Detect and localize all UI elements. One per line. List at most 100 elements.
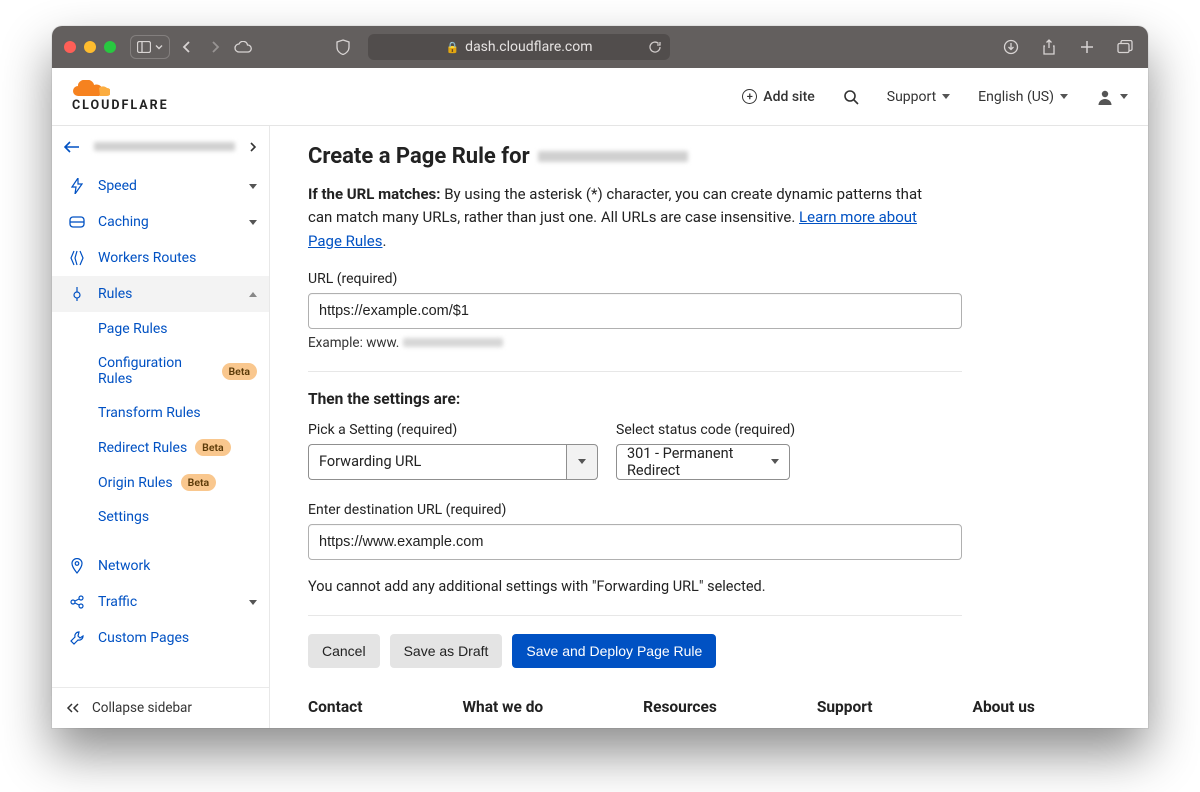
window-controls[interactable] [64,41,116,53]
footer-support[interactable]: Support [817,698,873,716]
sidebar-item-redirect-rules[interactable]: Redirect RulesBeta [52,430,269,465]
action-buttons: Cancel Save as Draft Save and Deploy Pag… [308,634,1110,668]
cloud-icon [234,41,252,53]
tab-overview-button[interactable] [1114,36,1136,58]
refresh-icon [648,40,662,54]
select-dropdown-button[interactable] [566,444,598,480]
collapse-label: Collapse sidebar [92,700,192,716]
browser-window: 🔒 dash.cloudflare.com [52,26,1148,728]
sidebar-item-label: Workers Routes [98,250,196,266]
site-name-redacted [538,151,688,162]
save-deploy-button[interactable]: Save and Deploy Page Rule [512,634,716,668]
cloudflare-logo-icon [72,80,110,98]
workers-icon [68,250,86,266]
footer-what-we-do[interactable]: What we do [462,698,543,716]
close-window-icon[interactable] [64,41,76,53]
pick-setting-label: Pick a Setting (required) [308,422,598,438]
sidebar-item-workers-routes[interactable]: Workers Routes [52,240,269,276]
cancel-button[interactable]: Cancel [308,634,380,668]
caret-down-icon [249,220,257,225]
url-example: Example: www. [308,335,1110,351]
status-code-select[interactable]: 301 - Permanent Redirect [616,444,790,480]
beta-badge: Beta [195,439,230,456]
icloud-tabs-button[interactable] [232,36,254,58]
share-button[interactable] [1038,36,1060,58]
save-draft-button[interactable]: Save as Draft [390,634,503,668]
sidebar-site-selector[interactable] [52,126,269,168]
sidebar-item-label: Rules [98,286,132,302]
add-site-button[interactable]: + Add site [742,89,814,105]
rules-icon [68,286,86,302]
caret-down-icon [1120,94,1128,99]
app-body: Speed Caching Workers Routes Rules [52,126,1148,728]
chevrons-left-icon [66,702,80,714]
share-icon [1042,39,1056,55]
site-name-redacted [94,142,235,151]
sidebar-item-page-rules[interactable]: Page Rules [52,312,269,346]
destination-url-label: Enter destination URL (required) [308,502,1110,518]
sidebar-item-origin-rules[interactable]: Origin RulesBeta [52,465,269,500]
download-icon [1003,39,1019,55]
wrench-icon [68,631,86,645]
pick-setting-select[interactable]: Forwarding URL [308,444,598,480]
sidebar-item-custom-pages[interactable]: Custom Pages [52,620,269,656]
pick-setting-value: Forwarding URL [308,444,566,480]
destination-url-input[interactable] [308,524,962,560]
sidebar-item-configuration-rules[interactable]: Configuration RulesBeta [52,346,269,396]
minimize-window-icon[interactable] [84,41,96,53]
privacy-report-button[interactable] [332,36,354,58]
address-bar[interactable]: 🔒 dash.cloudflare.com [368,34,670,60]
language-menu[interactable]: English (US) [978,89,1068,105]
footer: Contact What we do Resources Support Abo… [308,698,1110,716]
panel-icon [137,41,151,53]
bolt-icon [68,178,86,194]
sidebar-item-label: Speed [98,178,137,194]
caret-down-icon [1060,94,1068,99]
drive-icon [68,216,86,228]
cloudflare-logo[interactable]: CLOUDFLARE [72,80,169,113]
support-label: Support [887,89,936,105]
sidebar-item-label: Page Rules [98,321,168,337]
share-nodes-icon [68,595,86,609]
chevron-left-icon [181,40,193,54]
sidebar-item-speed[interactable]: Speed [52,168,269,204]
then-settings-header: Then the settings are: [308,390,1110,408]
sidebar-item-label: Settings [98,509,149,525]
sidebar-item-label: Caching [98,214,149,230]
status-code-label: Select status code (required) [616,422,795,438]
back-button[interactable] [176,36,198,58]
sidebar-item-network[interactable]: Network [52,548,269,584]
forward-button[interactable] [204,36,226,58]
sidebar-item-rules[interactable]: Rules [52,276,269,312]
example-redacted [403,338,503,347]
fullscreen-window-icon[interactable] [104,41,116,53]
search-button[interactable] [843,89,859,105]
downloads-button[interactable] [1000,36,1022,58]
forwarding-url-note: You cannot add any additional settings w… [308,578,962,595]
sidebar-item-caching[interactable]: Caching [52,204,269,240]
new-tab-button[interactable] [1076,36,1098,58]
account-menu[interactable] [1096,88,1128,106]
collapse-sidebar-button[interactable]: Collapse sidebar [52,687,269,728]
footer-contact[interactable]: Contact [308,698,362,716]
plus-circle-icon: + [742,89,757,104]
url-input[interactable] [308,293,962,329]
caret-down-icon [249,184,257,189]
sidebar-item-traffic[interactable]: Traffic [52,584,269,620]
user-icon [1096,88,1114,106]
sidebar-toggle[interactable] [130,35,170,59]
refresh-button[interactable] [648,40,662,54]
footer-resources[interactable]: Resources [643,698,717,716]
sidebar-item-rules-settings[interactable]: Settings [52,500,269,534]
sidebar-item-transform-rules[interactable]: Transform Rules [52,396,269,430]
language-label: English (US) [978,89,1054,105]
example-prefix: Example: www. [308,335,399,351]
pin-icon [68,558,86,574]
sidebar-item-label: Transform Rules [98,405,201,421]
support-menu[interactable]: Support [887,89,950,105]
footer-about[interactable]: About us [973,698,1035,716]
caret-down-icon [249,600,257,605]
beta-badge: Beta [222,363,257,380]
caret-up-icon [249,292,257,297]
sidebar-item-label: Custom Pages [98,630,189,646]
